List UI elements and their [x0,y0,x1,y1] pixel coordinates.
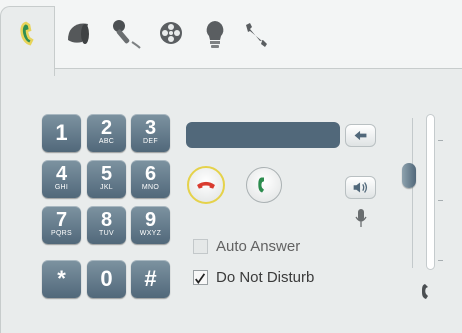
microphone-small-icon [355,207,367,229]
volume-slider-thumb[interactable] [402,163,416,188]
key-letters: DEF [143,138,158,145]
key-digit: 7 [55,209,68,231]
key-letters: GHI [54,184,69,191]
key-letters: MNO [141,184,160,191]
key-letters: ABC [98,138,115,145]
key-letters: PQRS [50,230,73,237]
key-digit: * [57,266,66,291]
slider-tick [438,200,443,201]
key-digit: 1 [55,120,68,145]
key-5[interactable]: 5 JKL [87,160,126,198]
microphone-icon[interactable] [108,16,144,52]
key-digit: 4 [55,163,68,185]
number-display[interactable] [186,122,340,148]
checkmark-icon [195,273,206,285]
key-digit: 0 [100,266,113,291]
backspace-button[interactable] [345,124,376,147]
key-8[interactable]: 8 TUV [87,206,126,244]
do-not-disturb-checkbox[interactable] [193,270,208,285]
phone-handset-icon[interactable] [12,16,48,52]
key-9[interactable]: 9 WXYZ [131,206,170,244]
key-letters: WXYZ [139,230,162,237]
speaker-volume-button[interactable] [345,176,376,199]
key-0[interactable]: 0 [87,260,126,298]
key-7[interactable]: 7 PQRS [42,206,81,244]
phone-handset-small-icon [419,282,431,302]
key-digit: 6 [144,163,157,185]
key-letters: TUV [99,230,114,237]
slider-tick [438,260,443,261]
auto-answer-label: Auto Answer [216,238,301,255]
speaker-icon[interactable] [62,16,98,52]
key-digit: 2 [100,117,113,139]
film-reel-icon[interactable] [154,16,190,52]
hangup-button[interactable] [187,166,225,204]
panel-border [0,68,1,333]
back-arrow-icon [354,130,367,141]
auto-answer-checkbox[interactable] [193,239,208,254]
hangup-icon [197,181,215,189]
do-not-disturb-label: Do Not Disturb [216,269,315,286]
key-digit: 5 [100,163,113,185]
key-1[interactable]: 1 [42,114,81,152]
key-digit: 8 [100,209,113,231]
key-star[interactable]: * [42,260,81,298]
tab-divider [54,68,462,69]
key-digit: 3 [144,117,157,139]
wrench-icon[interactable] [238,16,274,52]
key-2[interactable]: 2 ABC [87,114,126,152]
slider-guide [412,118,413,268]
key-digit: # [144,266,157,291]
volume-slider-track[interactable] [426,114,435,270]
call-button[interactable] [246,167,282,203]
key-6[interactable]: 6 MNO [131,160,170,198]
key-letters: JKL [100,184,113,191]
key-digit: 9 [144,209,157,231]
slider-tick [438,140,443,141]
phone-call-icon [258,177,264,193]
lightbulb-icon[interactable] [197,16,233,52]
key-3[interactable]: 3 DEF [131,114,170,152]
volume-icon [353,182,368,193]
key-4[interactable]: 4 GHI [42,160,81,198]
key-hash[interactable]: # [131,260,170,298]
